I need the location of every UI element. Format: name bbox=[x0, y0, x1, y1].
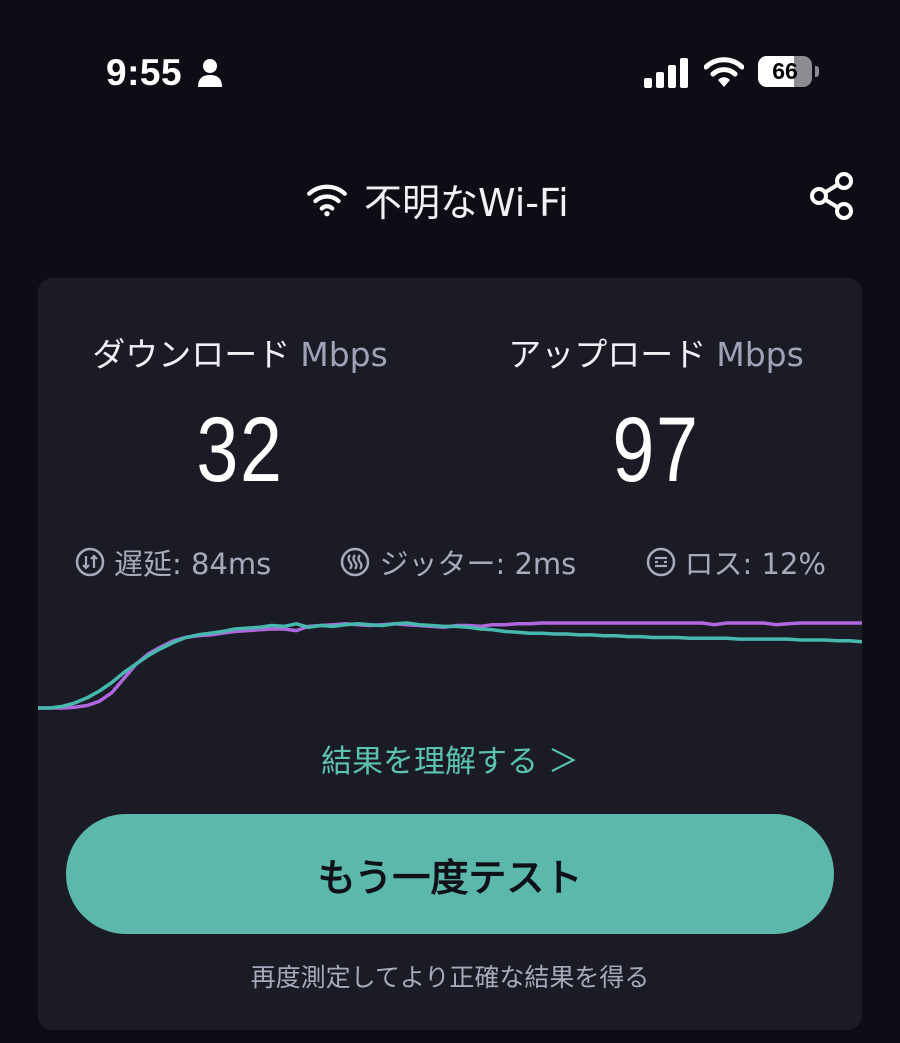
network-title: 不明なWi-Fi bbox=[306, 174, 569, 225]
latency-text: 遅延: 84ms bbox=[114, 547, 272, 581]
speed-graph bbox=[38, 621, 862, 710]
loss-stat: ロス: 12% bbox=[645, 541, 826, 583]
latency-stat: 遅延: 84ms bbox=[74, 541, 271, 583]
retest-button[interactable]: もう一度テスト bbox=[66, 814, 834, 934]
status-time: 9:55 bbox=[106, 52, 183, 93]
network-name: 不明なWi-Fi bbox=[364, 180, 569, 225]
cellular-signal-icon bbox=[644, 58, 688, 88]
person-icon bbox=[198, 59, 222, 87]
download-label: ダウンロード bbox=[92, 335, 291, 374]
stats-row: 遅延: 84ms ジッター: 2ms ロス: 12% bbox=[74, 540, 826, 584]
status-bar: 9:55 66 bbox=[0, 0, 900, 140]
download-metric: ダウンロード Mbps 32 bbox=[50, 328, 430, 503]
jitter-stat: ジッター: 2ms bbox=[339, 541, 576, 583]
battery-icon: 66 bbox=[758, 56, 820, 89]
download-series-line bbox=[38, 621, 862, 710]
upload-label: アップロード bbox=[508, 335, 707, 374]
header: 不明なWi-Fi bbox=[0, 160, 900, 240]
results-card: ダウンロード Mbps 32 アップロード Mbps 97 遅延: 84ms ジッタ bbox=[38, 278, 862, 1030]
retest-hint: 再度測定してより正確な結果を得る bbox=[250, 963, 650, 992]
loss-text: ロス: 12% bbox=[684, 547, 826, 581]
upload-unit: Mbps bbox=[716, 335, 804, 374]
packet-loss-icon bbox=[646, 547, 675, 577]
upload-series-line bbox=[38, 621, 862, 710]
jitter-text: ジッター: 2ms bbox=[379, 547, 577, 581]
download-unit: Mbps bbox=[300, 335, 388, 374]
jitter-icon bbox=[341, 547, 370, 577]
latency-icon bbox=[75, 547, 105, 577]
share-icon[interactable] bbox=[806, 170, 858, 222]
upload-metric: アップロード Mbps 97 bbox=[466, 328, 846, 503]
battery-percentage: 66 bbox=[772, 58, 798, 84]
wifi-icon bbox=[307, 184, 347, 217]
upload-value: 97 bbox=[612, 399, 700, 501]
understand-results-link[interactable]: 結果を理解する ＞ bbox=[38, 736, 862, 781]
wifi-icon bbox=[704, 57, 744, 87]
download-value: 32 bbox=[196, 399, 284, 501]
